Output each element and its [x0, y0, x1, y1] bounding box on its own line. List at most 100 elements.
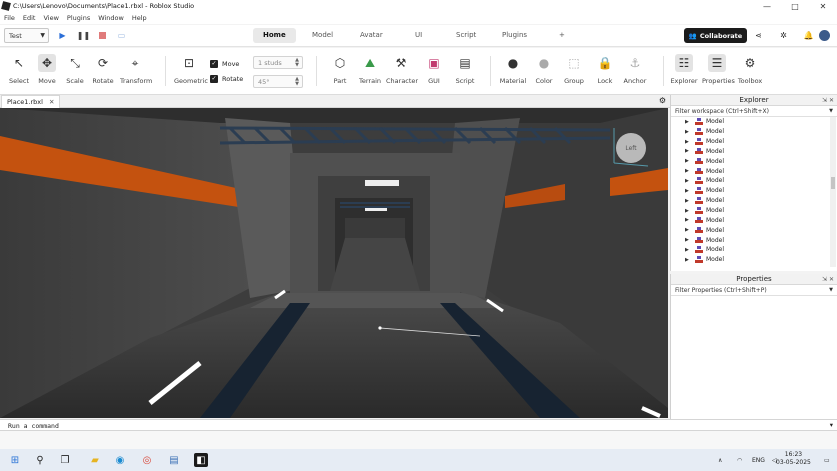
wifi-icon[interactable]: ◠: [737, 449, 742, 471]
expand-arrow-icon[interactable]: ▶: [685, 217, 695, 223]
expand-arrow-icon[interactable]: ▶: [685, 178, 695, 184]
part-tool[interactable]: ⬡ Part: [325, 54, 355, 85]
move-tool[interactable]: ✥ Move: [32, 54, 62, 85]
group-tool[interactable]: ⬚ Group: [559, 54, 589, 85]
tray-chevron-icon[interactable]: ∧: [718, 449, 722, 471]
chevron-down-icon[interactable]: ▼: [829, 108, 833, 114]
scrollbar-thumb[interactable]: [831, 177, 835, 189]
tab-place1[interactable]: Place1.rbxl ✕: [1, 95, 61, 108]
menu-edit[interactable]: Edit: [23, 14, 36, 22]
properties-toggle[interactable]: ☰ Properties: [702, 54, 735, 85]
tab-script[interactable]: Script: [446, 28, 486, 43]
color-tool[interactable]: ● Color: [529, 54, 559, 85]
stop-icon[interactable]: [97, 30, 108, 41]
language-indicator[interactable]: ENG: [752, 449, 765, 471]
assistant-icon[interactable]: ✲: [778, 30, 789, 41]
close-window-button[interactable]: ✕: [809, 0, 837, 12]
tree-item[interactable]: ▶ Model: [671, 156, 837, 166]
expand-arrow-icon[interactable]: ▶: [685, 227, 695, 233]
maximize-button[interactable]: □: [781, 0, 809, 12]
expand-arrow-icon[interactable]: ▶: [685, 129, 695, 135]
pause-icon[interactable]: ❚❚: [77, 30, 90, 41]
edge-browser-icon[interactable]: ◉: [113, 453, 127, 467]
anchor-tool[interactable]: ⚓ Anchor: [620, 54, 650, 85]
clock[interactable]: 16:23 03-05-2025: [776, 451, 811, 467]
command-bar-input[interactable]: Run a command ▾: [0, 419, 837, 431]
collaborate-button[interactable]: 👥 Collaborate: [684, 28, 747, 43]
tree-item[interactable]: ▶ Model: [671, 215, 837, 225]
terrain-tool[interactable]: ⛰ Terrain: [355, 54, 385, 86]
material-tool[interactable]: ● Material: [498, 54, 528, 85]
file-explorer-icon[interactable]: ▰: [88, 453, 102, 467]
menu-view[interactable]: View: [43, 14, 58, 22]
play-icon[interactable]: ▶: [57, 30, 68, 41]
menu-window[interactable]: Window: [98, 14, 124, 22]
notification-bell-icon[interactable]: 🔔: [803, 30, 814, 41]
tab-model[interactable]: Model: [302, 28, 343, 43]
expand-arrow-icon[interactable]: ▶: [685, 237, 695, 243]
tree-item[interactable]: ▶ Model: [671, 255, 837, 265]
tab-home[interactable]: Home: [253, 28, 296, 43]
properties-filter-input[interactable]: Filter Properties (Ctrl+Shift+P) ▼: [671, 285, 837, 296]
panel-window-buttons[interactable]: ⇲ ✕: [822, 95, 834, 106]
expand-arrow-icon[interactable]: ▶: [685, 257, 695, 263]
select-tool[interactable]: ↖ Select: [4, 54, 34, 85]
view-cube[interactable]: Left: [616, 133, 646, 163]
app-icon[interactable]: ▤: [167, 453, 181, 467]
avatar[interactable]: [819, 30, 830, 41]
share-icon[interactable]: ⋖: [753, 30, 764, 41]
tree-item[interactable]: ▶ Model: [671, 127, 837, 137]
menu-help[interactable]: Help: [132, 14, 147, 22]
panel-window-buttons[interactable]: ⇲ ✕: [822, 274, 834, 285]
move-step-input[interactable]: 1 studs ▲ ▼: [253, 56, 303, 69]
script-tool[interactable]: ▤ Script: [450, 54, 480, 85]
expand-arrow-icon[interactable]: ▶: [685, 247, 695, 253]
chevron-down-icon[interactable]: ▾: [830, 421, 833, 429]
expand-arrow-icon[interactable]: ▶: [685, 168, 695, 174]
transform-tool[interactable]: ⌖ Transform: [120, 54, 152, 86]
explorer-toggle[interactable]: ☷ Explorer: [669, 54, 699, 85]
tree-item[interactable]: ▶ Model: [671, 206, 837, 216]
rotate-snap-toggle[interactable]: ✓ Rotate: [210, 75, 243, 83]
rotate-tool[interactable]: ⟳ Rotate: [88, 54, 118, 85]
tab-plugins[interactable]: Plugins: [492, 28, 537, 43]
notifications-icon[interactable]: ▭: [824, 449, 830, 471]
spinner-icon[interactable]: ▲ ▼: [295, 77, 299, 87]
3d-viewport[interactable]: [0, 108, 668, 418]
menu-file[interactable]: File: [4, 14, 15, 22]
expand-arrow-icon[interactable]: ▶: [685, 139, 695, 145]
gui-tool[interactable]: ▣ GUI: [419, 54, 449, 85]
tab-ui[interactable]: UI: [405, 28, 432, 43]
explorer-scrollbar[interactable]: [830, 117, 836, 267]
minimize-button[interactable]: —: [753, 0, 781, 12]
tree-item[interactable]: ▶ Model: [671, 117, 837, 127]
expand-arrow-icon[interactable]: ▶: [685, 119, 695, 125]
tree-item[interactable]: ▶ Model: [671, 166, 837, 176]
expand-arrow-icon[interactable]: ▶: [685, 188, 695, 194]
toolbox-toggle[interactable]: ⚙ Toolbox: [735, 54, 765, 85]
search-icon[interactable]: ⚲: [33, 453, 47, 467]
tree-item[interactable]: ▶ Model: [671, 186, 837, 196]
close-icon[interactable]: ✕: [49, 98, 54, 106]
tree-item[interactable]: ▶ Model: [671, 245, 837, 255]
tree-item[interactable]: ▶ Model: [671, 176, 837, 186]
rotate-step-input[interactable]: 45° ▲ ▼: [253, 75, 303, 88]
tree-item[interactable]: ▶ Model: [671, 225, 837, 235]
chrome-browser-icon[interactable]: ◎: [140, 453, 154, 467]
add-tab-button[interactable]: +: [549, 28, 575, 43]
task-view-icon[interactable]: ❐: [58, 453, 72, 467]
expand-arrow-icon[interactable]: ▶: [685, 158, 695, 164]
windows-start-icon[interactable]: ⊞: [8, 453, 22, 467]
menu-plugins[interactable]: Plugins: [67, 14, 90, 22]
lock-tool[interactable]: 🔒 Lock: [590, 54, 620, 85]
expand-arrow-icon[interactable]: ▶: [685, 148, 695, 154]
explorer-filter-input[interactable]: Filter workspace (Ctrl+Shift+X) ▼: [671, 106, 837, 117]
camera-settings-icon[interactable]: ⚙: [659, 96, 666, 105]
tab-avatar[interactable]: Avatar: [350, 28, 393, 43]
scale-tool[interactable]: ⤡ Scale: [60, 54, 90, 86]
chevron-down-icon[interactable]: ▼: [829, 287, 833, 293]
tree-item[interactable]: ▶ Model: [671, 235, 837, 245]
geometric-tool[interactable]: ⊡ Geometric: [174, 54, 208, 85]
tree-item[interactable]: ▶ Model: [671, 196, 837, 206]
roblox-studio-taskbar-icon[interactable]: ◧: [194, 453, 208, 467]
